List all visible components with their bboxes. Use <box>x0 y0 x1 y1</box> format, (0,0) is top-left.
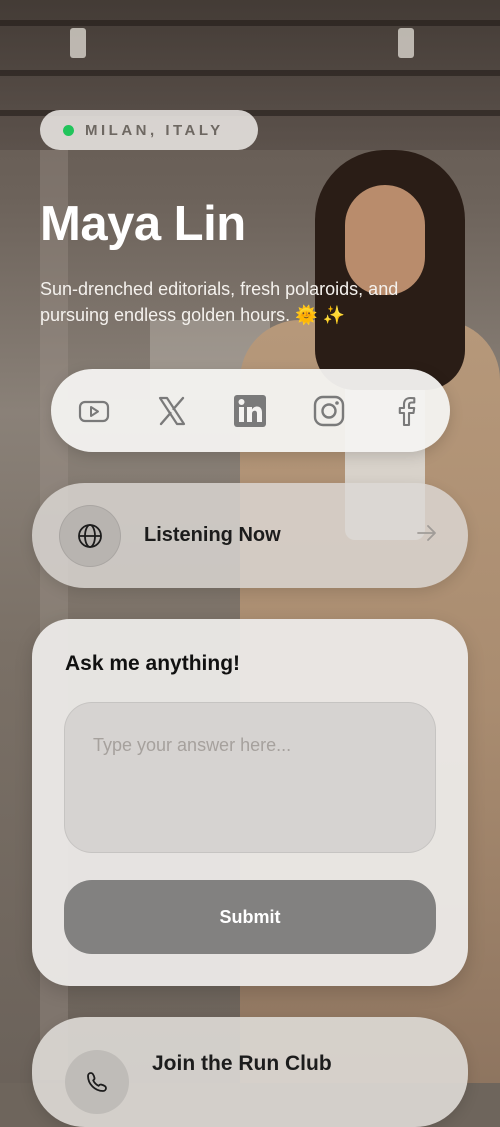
answer-input[interactable] <box>64 702 436 853</box>
listening-icon-circle <box>59 504 121 567</box>
location-badge: MILAN, ITALY <box>40 110 258 150</box>
ask-title: Ask me anything! <box>65 652 241 675</box>
profile-page: MILAN, ITALY Maya Lin Sun-drenched edito… <box>0 0 500 1127</box>
listening-now-link[interactable]: Listening Now <box>32 483 468 588</box>
run-club-link[interactable]: Join the Run Club <box>32 1017 468 1127</box>
youtube-link[interactable] <box>70 387 118 435</box>
run-club-icon-circle <box>65 1050 129 1114</box>
social-links <box>51 369 450 452</box>
profile-name: Maya Lin <box>40 197 246 251</box>
status-dot <box>63 124 74 136</box>
instagram-icon <box>313 395 344 426</box>
listening-now-label: Listening Now <box>144 524 281 546</box>
run-club-label: Join the Run Club <box>152 1052 332 1075</box>
profile-bio: Sun-drenched editorials, fresh polaroids… <box>40 279 399 325</box>
submit-button[interactable]: Submit <box>64 880 436 954</box>
facebook-link[interactable] <box>383 387 431 435</box>
facebook-icon <box>398 396 416 426</box>
phone-icon <box>87 1072 107 1092</box>
globe-icon <box>78 523 102 548</box>
ask-me-card: Ask me anything! Submit <box>32 619 468 986</box>
x-link[interactable] <box>148 387 196 435</box>
linkedin-link[interactable] <box>226 387 274 435</box>
instagram-link[interactable] <box>305 387 353 435</box>
x-icon <box>159 396 186 425</box>
youtube-icon <box>78 400 110 422</box>
arrow-right-icon <box>417 525 436 541</box>
linkedin-icon <box>234 394 267 427</box>
location-text: MILAN, ITALY <box>85 121 224 139</box>
